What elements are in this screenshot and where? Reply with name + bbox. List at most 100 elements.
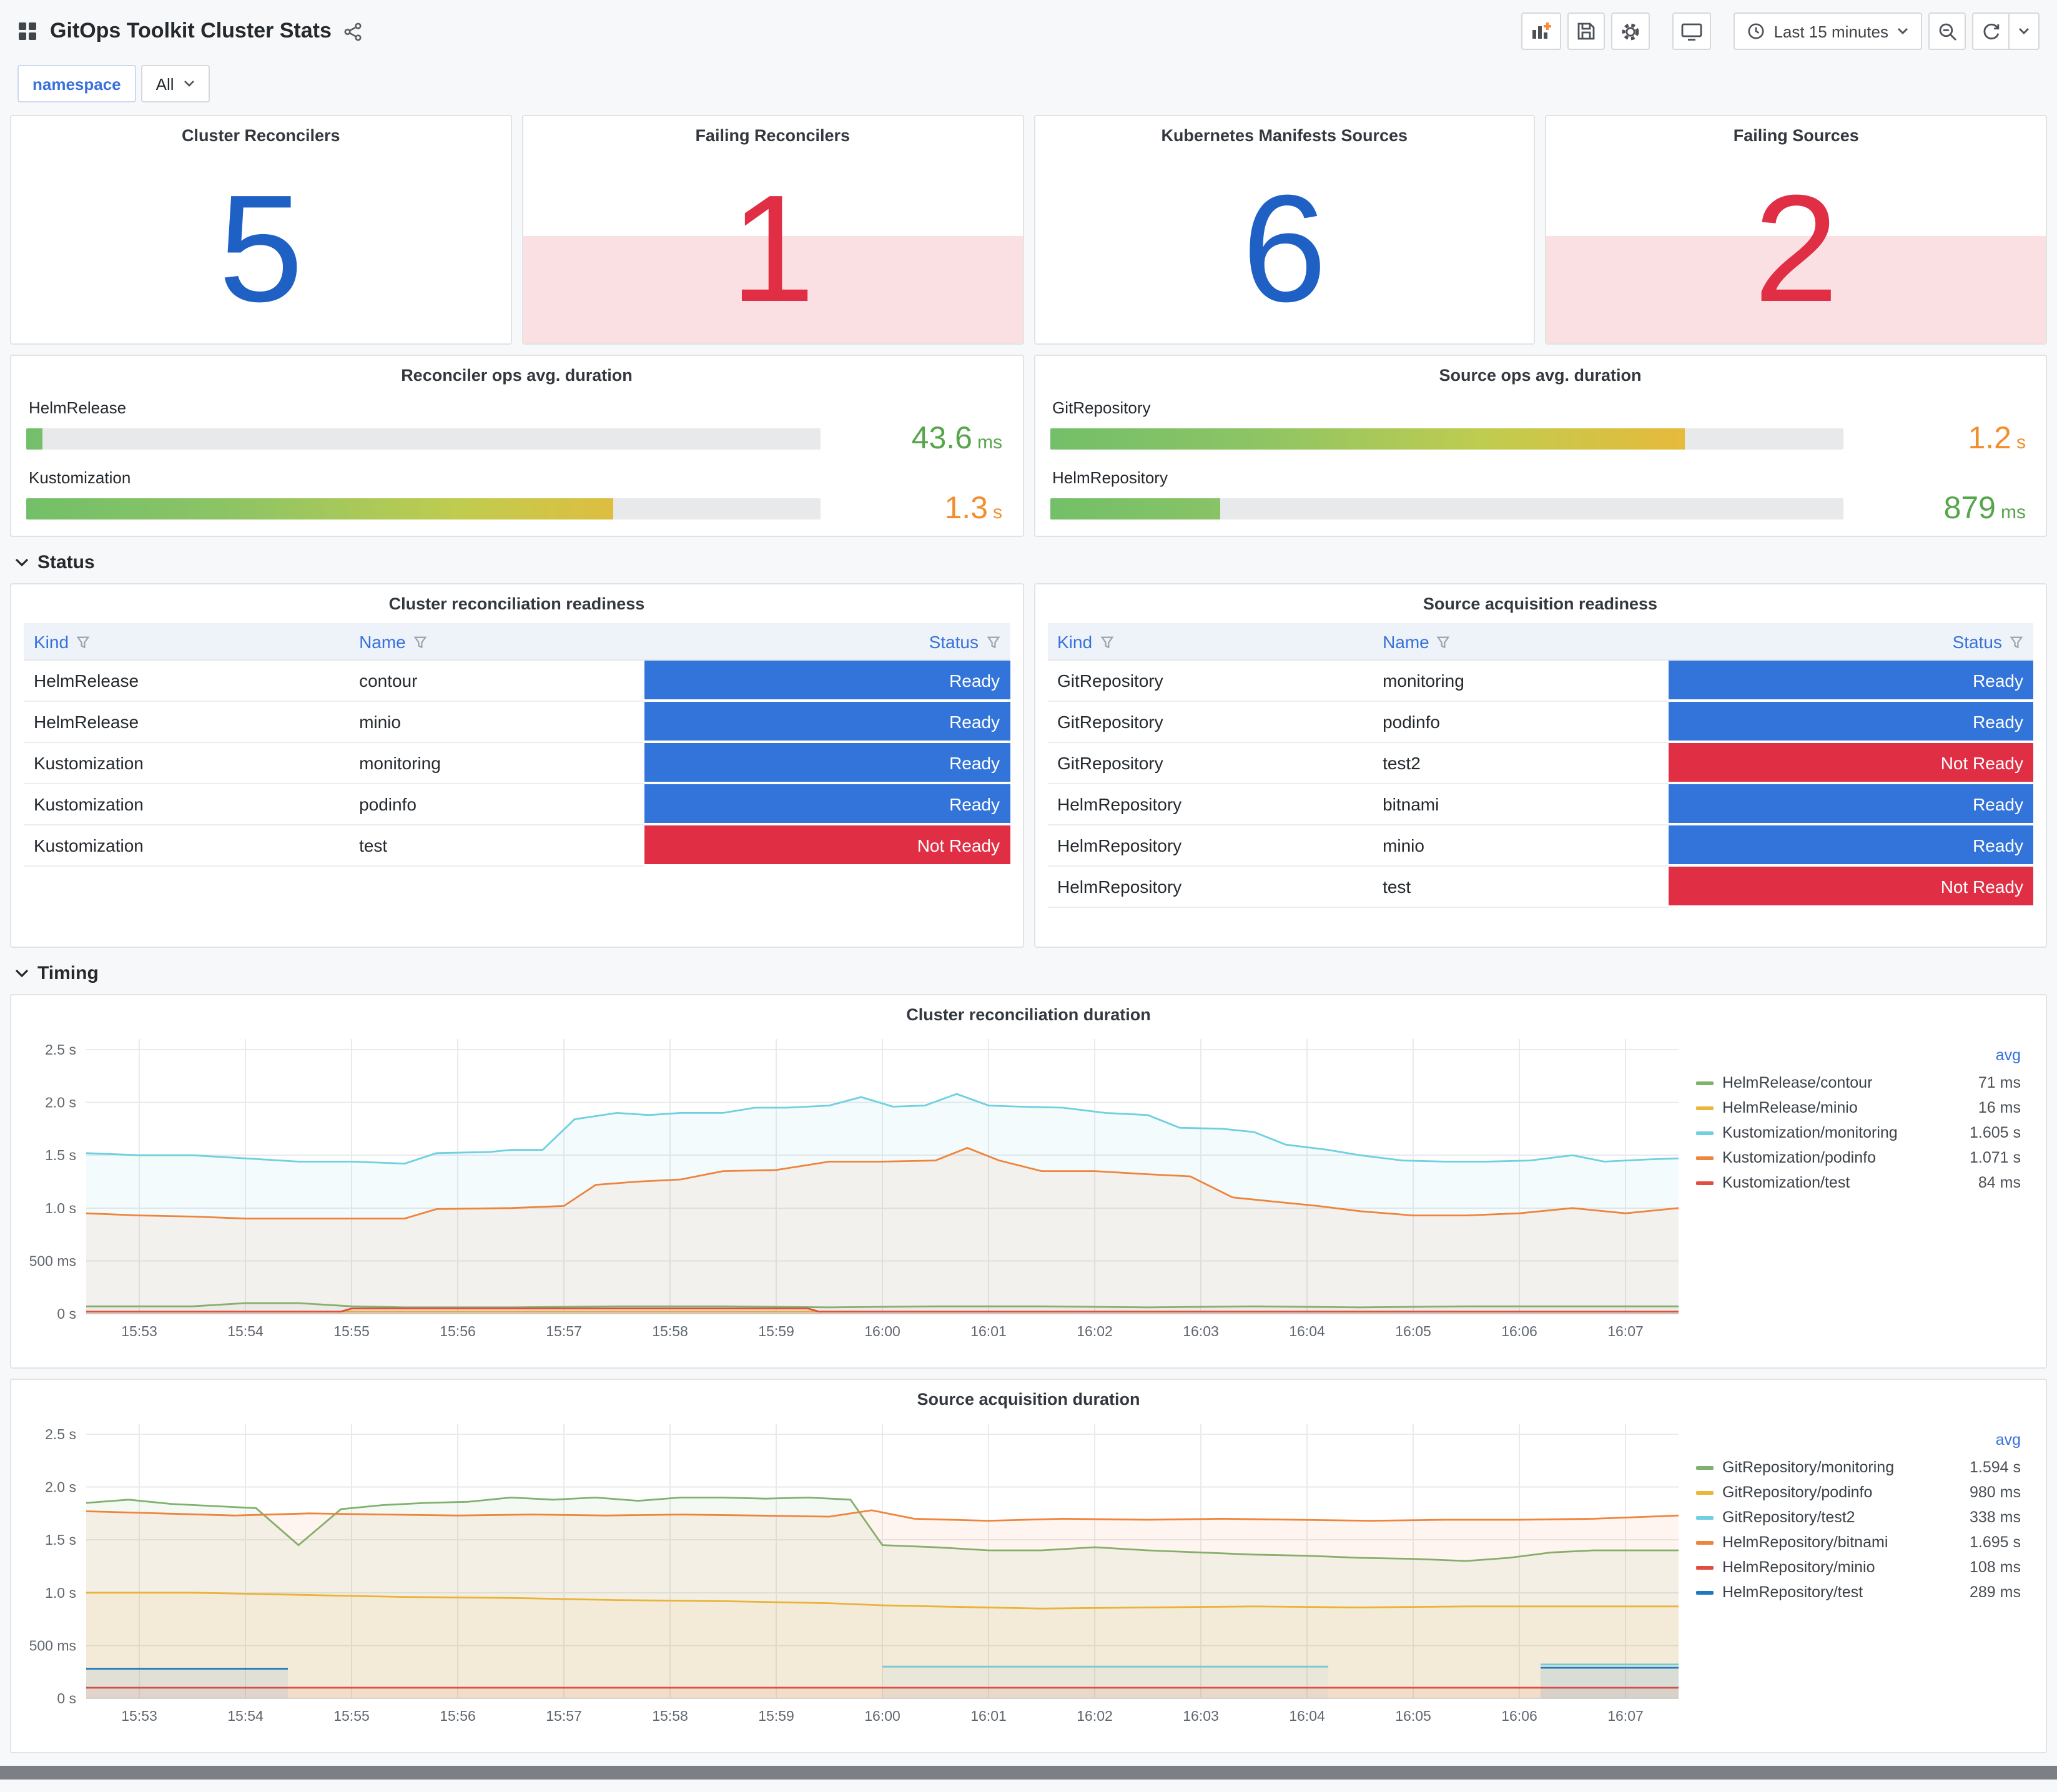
section-row-timing[interactable]: Timing [10,948,2047,994]
share-icon[interactable] [344,22,363,41]
section-row-status[interactable]: Status [10,537,2047,583]
stat-value: 1 [730,164,816,333]
legend-item[interactable]: GitRepository/test2 338 ms [1694,1505,2023,1530]
time-range-picker[interactable]: Last 15 minutes [1734,12,1922,50]
panel-title[interactable]: Source acquisition readiness [1047,584,2033,616]
svg-text:15:56: 15:56 [440,1708,476,1724]
add-panel-button[interactable] [1521,12,1562,50]
column-header-status[interactable]: Status [644,623,1010,661]
column-header-kind[interactable]: Kind [24,623,350,661]
bar-gauge-track [1050,498,1843,519]
bar-gauge-fill [26,498,614,519]
refresh-interval-dropdown[interactable] [2010,12,2040,50]
legend-item[interactable]: HelmRepository/minio 108 ms [1694,1555,2023,1580]
column-header-name[interactable]: Name [1373,623,1669,661]
refresh-button[interactable] [1972,12,2010,50]
legend-item[interactable]: GitRepository/podinfo 980 ms [1694,1480,2023,1505]
legend-item[interactable]: HelmRelease/minio 16 ms [1694,1095,2023,1120]
table-cell: GitRepository [1047,661,1373,702]
stat-value: 5 [218,164,303,333]
table-cell: GitRepository [1047,702,1373,743]
section-label: Timing [37,963,99,984]
gauge-panel-source-ops: Source ops avg. duration GitRepository 1… [1033,355,2047,537]
stat-panel-manifest-sources: Kubernetes Manifests Sources 6 [1033,115,1536,345]
table-cell: Kustomization [24,784,350,825]
svg-text:16:07: 16:07 [1607,1323,1644,1339]
readiness-table: Kind Name Status GitRepository monitoring… [1047,623,2033,908]
panel-title[interactable]: Cluster reconciliation readiness [24,584,1010,616]
caret-down-icon [1897,27,1908,35]
svg-text:15:57: 15:57 [546,1708,582,1724]
legend-item[interactable]: HelmRepository/bitnami 1.695 s [1694,1530,2023,1555]
chart-legend: avg GitRepository/monitoring 1.594 s GitRe… [1689,1414,2036,1735]
svg-text:15:55: 15:55 [333,1323,370,1339]
svg-text:15:58: 15:58 [652,1708,688,1724]
series-color-swatch [1696,1081,1714,1085]
series-name: HelmRepository/bitnami [1722,1534,1888,1551]
chart-plot[interactable]: 0 s 500 ms 1.0 s 1.5 s 2.0 s 2.5 s 15:53 15:54 1… [21,1029,1689,1350]
apps-grid-icon[interactable] [17,21,37,41]
series-name: HelmRelease/minio [1722,1099,1858,1116]
gauge-value: 1.3 s [944,491,1002,526]
panel-title[interactable]: Kubernetes Manifests Sources [1035,116,1534,147]
bar-gauge-fill [26,428,42,450]
panel-title[interactable]: Source acquisition duration [21,1380,2036,1411]
panel-title[interactable]: Cluster reconciliation duration [21,995,2036,1026]
panel-title[interactable]: Reconciler ops avg. duration [26,356,1007,387]
svg-text:16:02: 16:02 [1077,1323,1113,1339]
variable-value-dropdown[interactable]: All [141,65,210,102]
column-header-name[interactable]: Name [349,623,645,661]
svg-text:15:59: 15:59 [758,1323,794,1339]
legend-item[interactable]: Kustomization/test 84 ms [1694,1170,2023,1195]
svg-text:16:01: 16:01 [970,1708,1007,1724]
legend-item[interactable]: Kustomization/monitoring 1.605 s [1694,1120,2023,1145]
zoom-out-button[interactable] [1928,12,1966,50]
table-panel-source-readiness: Source acquisition readiness Kind Name S… [1033,583,2047,948]
table-cell: HelmRelease [24,702,350,743]
gauge-label: Kustomization [29,468,131,487]
series-avg-value: 1.594 s [1969,1459,2021,1476]
series-name: GitRepository/podinfo [1722,1484,1873,1501]
svg-text:15:55: 15:55 [333,1708,370,1724]
series-avg-value: 1.605 s [1969,1124,2021,1141]
series-name: HelmRepository/minio [1722,1558,1875,1576]
time-series-chart: 0 s 500 ms 1.0 s 1.5 s 2.0 s 2.5 s 15:53 15:54 1… [21,1414,2036,1735]
section-label: Status [37,552,95,573]
svg-text:15:58: 15:58 [652,1323,688,1339]
chevron-down-icon [184,80,195,87]
chart-plot[interactable]: 0 s 500 ms 1.0 s 1.5 s 2.0 s 2.5 s 15:53 15:54 1… [21,1414,1689,1735]
chart-legend: avg HelmRelease/contour 71 ms HelmRelease/… [1689,1029,2036,1350]
svg-text:16:03: 16:03 [1183,1323,1219,1339]
svg-text:2.0 s: 2.0 s [45,1479,76,1495]
panel-title[interactable]: Cluster Reconcilers [11,116,511,147]
column-header-kind[interactable]: Kind [1047,623,1373,661]
status-cell: Not Ready [1668,867,2033,908]
series-avg-value: 71 ms [1978,1074,2021,1091]
svg-text:16:04: 16:04 [1289,1708,1325,1724]
save-dashboard-button[interactable] [1567,12,1606,50]
series-color-swatch [1696,1590,1714,1594]
series-name: Kustomization/podinfo [1722,1149,1876,1166]
tv-mode-button[interactable] [1672,12,1712,50]
legend-item[interactable]: GitRepository/monitoring 1.594 s [1694,1455,2023,1480]
table-cell: minio [349,702,645,743]
panel-title[interactable]: Failing Reconcilers [523,116,1023,147]
filter-icon [1100,636,1113,648]
gauge-value: 1.2 s [1968,421,2026,456]
panel-title[interactable]: Failing Sources [1547,116,2046,147]
stat-value: 2 [1754,164,1839,333]
table-cell: Kustomization [24,825,350,867]
variable-label-namespace[interactable]: namespace [17,65,136,102]
svg-text:16:03: 16:03 [1183,1708,1219,1724]
svg-text:16:07: 16:07 [1607,1708,1644,1724]
legend-item[interactable]: HelmRelease/contour 71 ms [1694,1070,2023,1095]
svg-text:16:05: 16:05 [1395,1323,1431,1339]
column-header-status[interactable]: Status [1668,623,2033,661]
settings-button[interactable] [1611,12,1650,50]
series-name: HelmRelease/contour [1722,1074,1873,1091]
status-cell: Ready [644,784,1010,825]
stat-panel-cluster-reconcilers: Cluster Reconcilers 5 [10,115,512,345]
panel-title[interactable]: Source ops avg. duration [1050,356,2031,387]
legend-item[interactable]: HelmRepository/test 289 ms [1694,1580,2023,1605]
legend-item[interactable]: Kustomization/podinfo 1.071 s [1694,1145,2023,1170]
